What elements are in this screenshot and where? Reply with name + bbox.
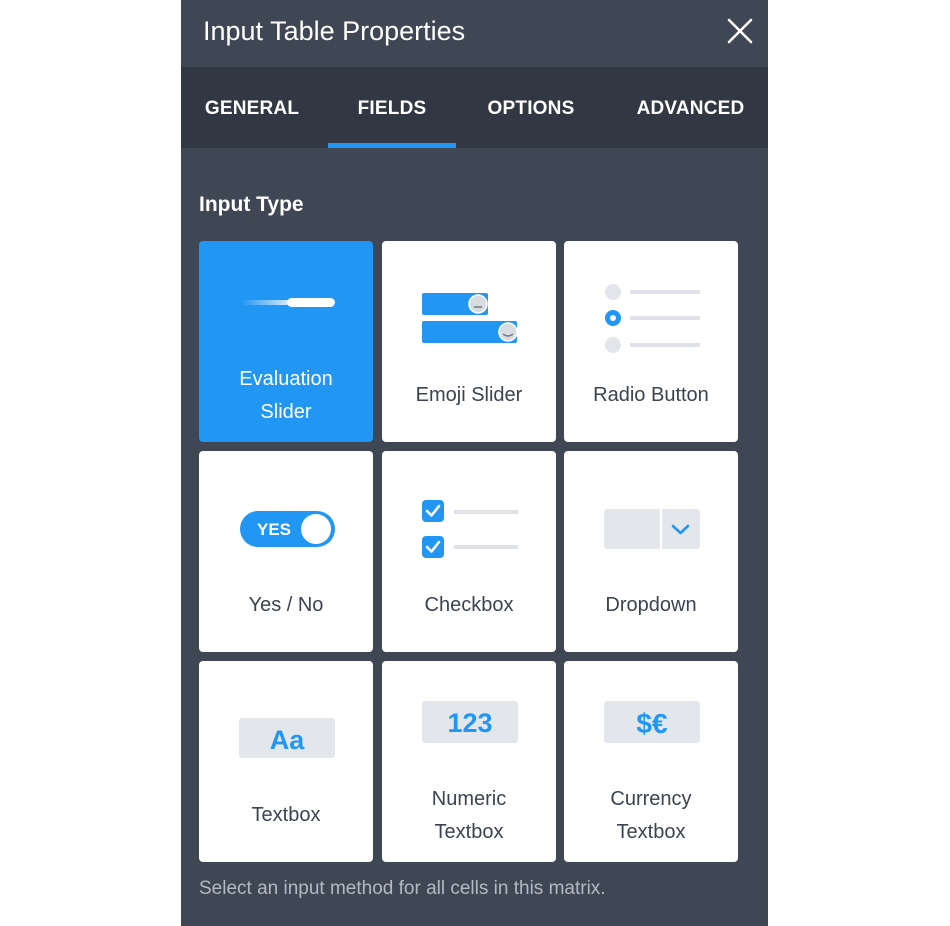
input-type-label: Evaluation Slider bbox=[239, 368, 333, 423]
svg-text:YES: YES bbox=[257, 520, 291, 539]
input-type-label: Emoji Slider bbox=[415, 384, 523, 406]
input-type-label: Textbox bbox=[251, 804, 321, 826]
input-type-radio-button[interactable]: Radio Button bbox=[564, 241, 738, 442]
svg-text:Aa: Aa bbox=[270, 725, 305, 755]
tab-options[interactable]: OPTIONS bbox=[464, 67, 598, 148]
tab-advanced[interactable]: ADVANCED bbox=[618, 67, 763, 148]
emoji-slider-icon bbox=[422, 293, 518, 343]
close-icon[interactable] bbox=[724, 15, 756, 47]
yes-no-toggle-icon: YES bbox=[240, 511, 335, 547]
dialog-title: Input Table Properties bbox=[203, 16, 466, 46]
input-table-properties-panel: Input Table Properties GENERAL FIELDS OP… bbox=[181, 0, 768, 926]
input-type-label: Yes / No bbox=[248, 594, 324, 616]
input-type-numeric-textbox[interactable]: 123 Numeric Textbox bbox=[382, 661, 556, 862]
svg-text:$€: $€ bbox=[636, 708, 668, 739]
input-type-checkbox[interactable]: Checkbox bbox=[382, 451, 556, 652]
textbox-icon: Aa bbox=[239, 718, 335, 758]
currency-textbox-icon: $€ bbox=[604, 701, 700, 743]
dropdown-icon bbox=[604, 509, 700, 549]
input-type-dropdown[interactable]: Dropdown bbox=[564, 451, 738, 652]
input-type-label: Numeric Textbox bbox=[431, 788, 507, 843]
input-type-label: Currency Textbox bbox=[610, 788, 692, 843]
tab-fields[interactable]: FIELDS bbox=[328, 67, 456, 148]
svg-text:123: 123 bbox=[447, 708, 492, 738]
tab-bar: GENERAL FIELDS OPTIONS ADVANCED bbox=[181, 67, 768, 148]
numeric-textbox-icon: 123 bbox=[422, 701, 518, 743]
section-title: Input Type bbox=[199, 193, 304, 216]
tab-general[interactable]: GENERAL bbox=[181, 67, 323, 148]
input-type-emoji-slider[interactable]: Emoji Slider bbox=[382, 241, 556, 442]
input-type-yes-no[interactable]: YES Yes / No bbox=[199, 451, 373, 652]
active-tab-indicator bbox=[328, 143, 456, 148]
input-type-label: Checkbox bbox=[424, 594, 514, 616]
input-type-evaluation-slider[interactable]: Evaluation Slider bbox=[199, 241, 373, 442]
input-type-label: Dropdown bbox=[605, 594, 697, 616]
title-bar: Input Table Properties bbox=[181, 0, 768, 67]
input-type-textbox[interactable]: Aa Textbox bbox=[199, 661, 373, 862]
input-type-currency-textbox[interactable]: $€ Currency Textbox bbox=[564, 661, 738, 862]
radio-button-icon bbox=[605, 284, 700, 353]
checkbox-icon bbox=[422, 500, 518, 558]
section-hint: Select an input method for all cells in … bbox=[199, 878, 606, 899]
evaluation-slider-icon bbox=[241, 298, 335, 307]
input-type-label: Radio Button bbox=[593, 384, 709, 406]
